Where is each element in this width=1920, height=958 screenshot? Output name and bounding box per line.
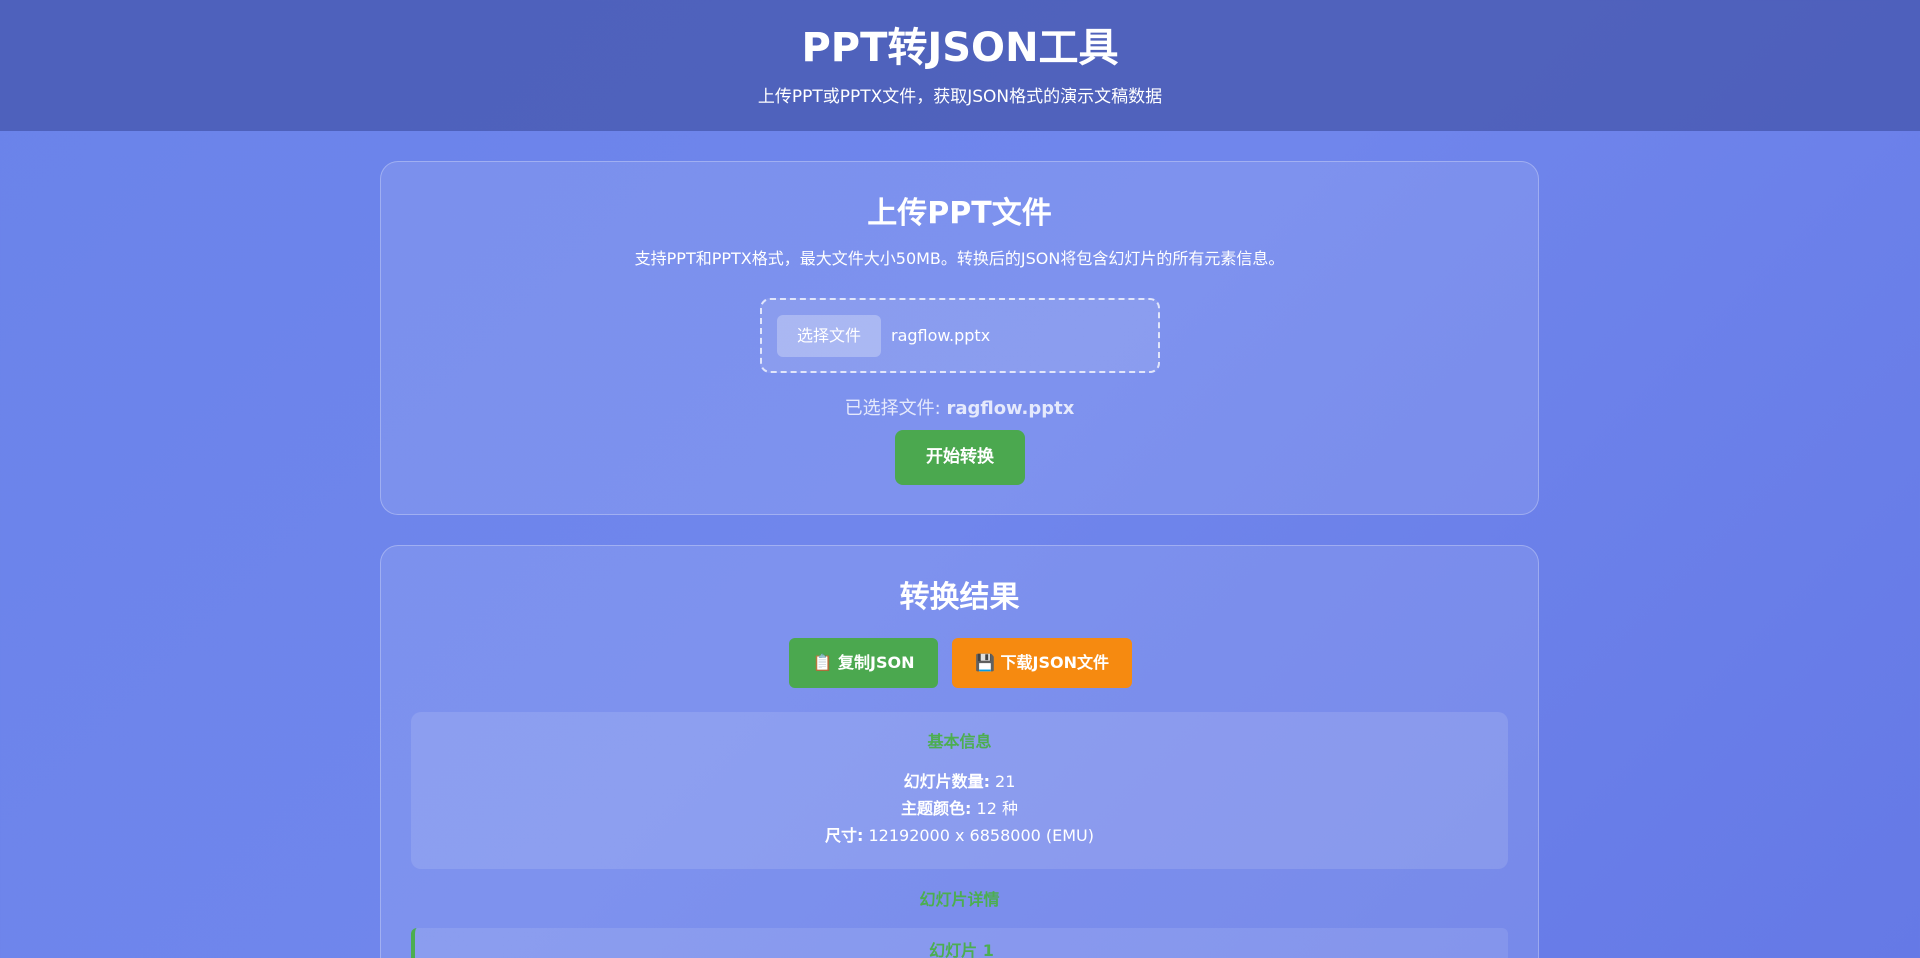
choose-file-button[interactable]: 选择文件: [777, 315, 881, 357]
upload-title: 上传PPT文件: [867, 196, 1052, 231]
start-convert-button[interactable]: 开始转换: [895, 430, 1025, 485]
slide-count-label: 幻灯片数量:: [903, 772, 990, 791]
slide-item-title: 幻灯片 1: [929, 941, 994, 958]
chosen-file-name: ragflow.pptx: [891, 326, 991, 345]
selected-file-prefix: 已选择文件:: [844, 398, 947, 419]
slide-count-value: 21: [989, 772, 1016, 791]
dimensions-label: 尺寸:: [824, 826, 864, 845]
result-title: 转换结果: [899, 580, 1020, 615]
slide-details-title: 幻灯片详情: [919, 890, 1000, 909]
theme-colors-row: 主题颜色: 12 种: [411, 795, 1508, 822]
copy-json-button[interactable]: 📋 复制JSON: [789, 638, 938, 688]
page-subtitle: 上传PPT或PPTX文件，获取JSON格式的演示文稿数据: [757, 87, 1163, 107]
result-card: 转换结果 📋 复制JSON 💾 下载JSON文件 基本信息 幻灯片数量: 21 …: [380, 545, 1539, 958]
selected-file-name: ragflow.pptx: [946, 398, 1075, 419]
dimensions-row: 尺寸: 12192000 x 6858000 (EMU): [411, 822, 1508, 849]
upload-description: 支持PPT和PPTX格式，最大文件大小50MB。转换后的JSON将包含幻灯片的所…: [634, 249, 1285, 268]
theme-colors-label: 主题颜色:: [901, 799, 972, 818]
basic-info-panel: 基本信息 幻灯片数量: 21 主题颜色: 12 种 尺寸: 12192000 x…: [411, 712, 1508, 869]
upload-card: 上传PPT文件 支持PPT和PPTX格式，最大文件大小50MB。转换后的JSON…: [380, 161, 1539, 515]
page-title: PPT转JSON工具: [801, 25, 1119, 71]
slide-count-row: 幻灯片数量: 21: [411, 768, 1508, 795]
dimensions-value: 12192000 x 6858000 (EMU): [863, 826, 1095, 845]
download-json-button[interactable]: 💾 下载JSON文件: [952, 638, 1132, 688]
file-dropzone[interactable]: 选择文件 ragflow.pptx: [760, 298, 1160, 373]
page-header: PPT转JSON工具 上传PPT或PPTX文件，获取JSON格式的演示文稿数据: [0, 0, 1920, 131]
basic-info-title: 基本信息: [927, 732, 992, 751]
slide-item[interactable]: 幻灯片 1: [411, 928, 1508, 958]
theme-colors-value: 12 种: [971, 799, 1018, 818]
selected-file-line: 已选择文件: ragflow.pptx: [381, 397, 1538, 421]
